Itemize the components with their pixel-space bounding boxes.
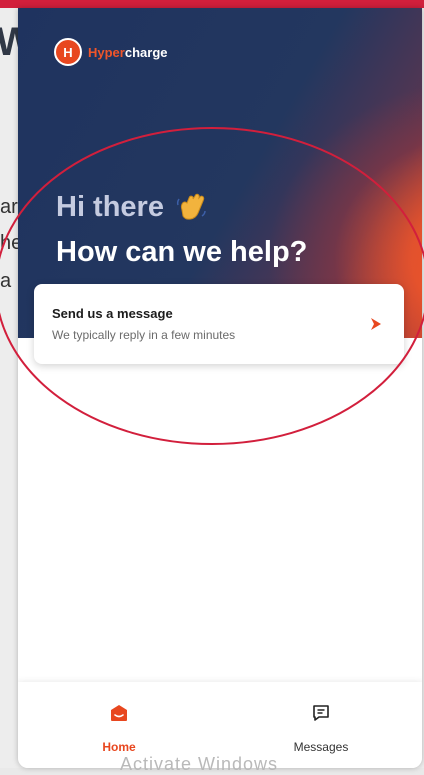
send-message-title: Send us a message — [52, 306, 173, 321]
nav-messages-label: Messages — [293, 740, 349, 754]
messenger-widget: H Hypercharge Hi there How can we help? … — [18, 8, 422, 768]
greeting-text: Hi there — [56, 190, 164, 223]
brand-name: Hypercharge — [88, 45, 168, 60]
messages-icon — [313, 705, 329, 721]
headline: How can we help? — [56, 236, 308, 268]
home-chat-icon — [111, 705, 127, 721]
send-message-card[interactable]: Send us a message We typically reply in … — [34, 284, 404, 364]
nav-home-label: Home — [102, 740, 136, 754]
top-border-strip — [0, 0, 424, 8]
hypercharge-logo-icon: H — [54, 38, 82, 66]
activate-windows-watermark: Activate Windows — [120, 754, 279, 774]
brand-name-rest: charge — [124, 44, 168, 60]
brand-name-accent: Hyper — [88, 44, 125, 60]
reply-time-subtitle: We typically reply in a few minutes — [52, 328, 236, 342]
brand-logo: H Hypercharge — [54, 38, 168, 66]
background-text-fragment: a — [0, 270, 12, 292]
send-arrow-icon[interactable] — [370, 317, 382, 331]
waving-hand-icon — [176, 193, 206, 220]
greeting: Hi there — [56, 190, 208, 224]
background-text-fragment: ar — [0, 196, 18, 218]
